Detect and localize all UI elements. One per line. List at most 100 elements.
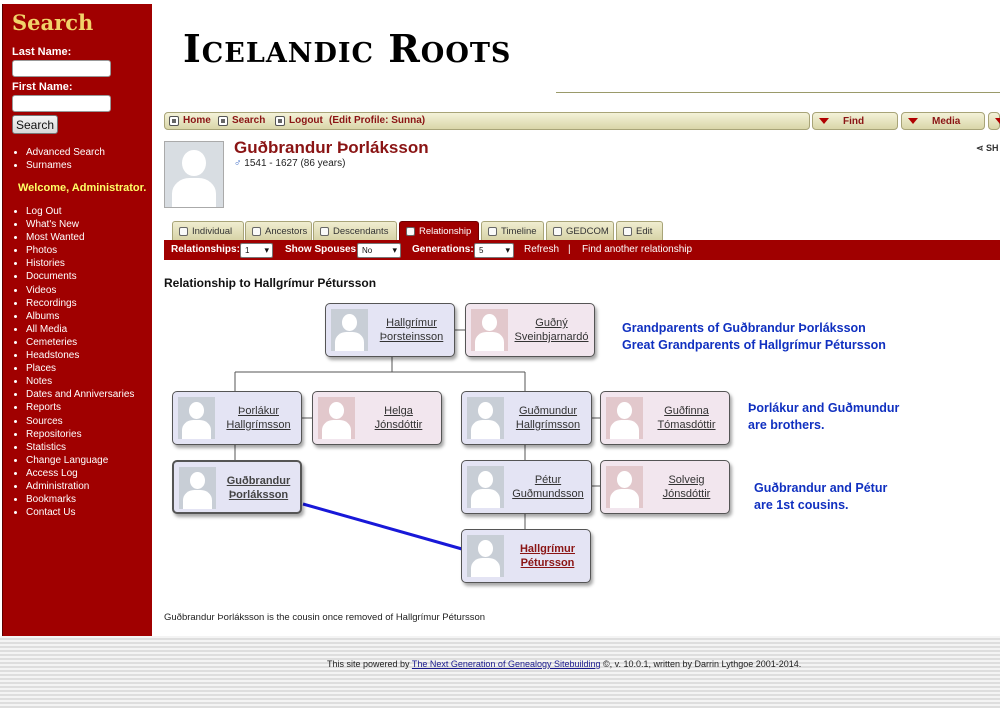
tab-individual[interactable]: Individual bbox=[172, 221, 244, 240]
person-box-b10[interactable]: Hallgrímur Pétursson bbox=[461, 529, 591, 583]
sidebar-link-item[interactable]: Statistics bbox=[26, 441, 134, 454]
sidebar-link[interactable]: Cemeteries bbox=[26, 337, 77, 348]
sidebar-link-item[interactable]: Photos bbox=[26, 244, 134, 257]
sidebar-link[interactable]: Albums bbox=[26, 311, 59, 322]
person-box-name[interactable]: Solveig Jónsdóttir bbox=[646, 473, 727, 501]
sidebar-link-item[interactable]: Headstones bbox=[26, 349, 134, 362]
sidebar-link-item[interactable]: Log Out bbox=[26, 205, 134, 218]
first-name-input[interactable] bbox=[12, 95, 111, 112]
sidebar-link[interactable]: Contact Us bbox=[26, 507, 75, 518]
sidebar-link-item[interactable]: Places bbox=[26, 362, 134, 375]
sidebar-link-item[interactable]: Documents bbox=[26, 270, 134, 283]
person-box-b9[interactable]: Solveig Jónsdóttir bbox=[600, 460, 730, 514]
find-another-relationship-link[interactable]: Find another relationship bbox=[582, 244, 692, 255]
tab-descendants[interactable]: Descendants bbox=[313, 221, 397, 240]
sidebar-link-item[interactable]: Videos bbox=[26, 284, 134, 297]
sidebar-link[interactable]: Histories bbox=[26, 258, 65, 269]
person-box-b7[interactable]: Guðbrandur Þorláksson bbox=[172, 460, 302, 514]
sidebar-link-item[interactable]: What's New bbox=[26, 218, 134, 231]
footer-tng-link[interactable]: The Next Generation of Genealogy Sitebui… bbox=[412, 659, 601, 669]
tab-ancestors[interactable]: Ancestors bbox=[245, 221, 312, 240]
note-grandparents: Grandparents of Guðbrandur Þorláksson Gre… bbox=[622, 321, 886, 352]
tab-timeline[interactable]: Timeline bbox=[481, 221, 544, 240]
sidebar-link-advanced-search[interactable]: Advanced Search bbox=[26, 146, 105, 159]
sidebar-link[interactable]: Most Wanted bbox=[26, 232, 85, 243]
person-box-name[interactable]: Pétur Guðmundsson bbox=[507, 473, 589, 501]
more-menu[interactable] bbox=[988, 112, 1000, 130]
sidebar-link[interactable]: Documents bbox=[26, 271, 77, 282]
sidebar-link-item[interactable]: Sources bbox=[26, 415, 134, 428]
tab-relationship[interactable]: Relationship bbox=[399, 221, 479, 240]
tab-edit[interactable]: Edit bbox=[616, 221, 663, 240]
sidebar-link[interactable]: What's New bbox=[26, 219, 79, 230]
nav-logout[interactable]: Logout bbox=[275, 115, 323, 126]
person-box-b2[interactable]: Guðný Sveinbjarnardó bbox=[465, 303, 595, 357]
sidebar-link-item[interactable]: Dates and Anniversaries bbox=[26, 388, 134, 401]
tab-gedcom[interactable]: GEDCOM bbox=[546, 221, 614, 240]
person-box-b1[interactable]: Hallgrímur Þorsteinsson bbox=[325, 303, 455, 357]
sidebar-link[interactable]: Notes bbox=[26, 376, 52, 387]
sidebar-link-item[interactable]: Repositories bbox=[26, 428, 134, 441]
person-box-name[interactable]: Guðbrandur Þorláksson bbox=[219, 474, 298, 502]
show-spouses-select[interactable]: No bbox=[357, 243, 401, 258]
sidebar-link-item[interactable]: Notes bbox=[26, 375, 134, 388]
person-box-name[interactable]: Hallgrímur Pétursson bbox=[507, 542, 588, 570]
nav-home[interactable]: Home bbox=[169, 115, 211, 126]
surnames-link[interactable]: Surnames bbox=[26, 160, 72, 171]
person-box-name[interactable]: Guðfinna Tómasdóttir bbox=[646, 404, 727, 432]
person-box-name[interactable]: Guðný Sveinbjarnardó bbox=[511, 316, 592, 344]
sidebar-link[interactable]: Reports bbox=[26, 402, 61, 413]
sidebar-link-item[interactable]: Albums bbox=[26, 310, 134, 323]
media-menu[interactable]: Media bbox=[901, 112, 985, 130]
sidebar-link-item[interactable]: Cemeteries bbox=[26, 336, 134, 349]
person-box-name[interactable]: Hallgrímur Þorsteinsson bbox=[371, 316, 452, 344]
nav-edit-profile[interactable]: (Edit Profile: Sunna) bbox=[329, 115, 425, 126]
person-box-b3[interactable]: Þorlákur Hallgrímsson bbox=[172, 391, 302, 445]
sidebar-link[interactable]: Videos bbox=[26, 285, 56, 296]
male-silhouette-icon bbox=[467, 397, 504, 439]
sidebar-link-item[interactable]: Administration bbox=[26, 480, 134, 493]
sidebar-link-item[interactable]: Histories bbox=[26, 257, 134, 270]
relationships-select[interactable]: 1 bbox=[240, 243, 273, 258]
sidebar-link[interactable]: Change Language bbox=[26, 455, 108, 466]
last-name-input[interactable] bbox=[12, 60, 111, 77]
sidebar-link[interactable]: Statistics bbox=[26, 442, 66, 453]
person-box-name[interactable]: Þorlákur Hallgrímsson bbox=[218, 404, 299, 432]
find-menu[interactable]: Find bbox=[812, 112, 898, 130]
share-button[interactable]: ⋖ SH bbox=[976, 143, 999, 154]
person-box-b5[interactable]: Guðmundur Hallgrímsson bbox=[461, 391, 592, 445]
sidebar-link-item[interactable]: Reports bbox=[26, 401, 134, 414]
sidebar-link-item[interactable]: Access Log bbox=[26, 467, 134, 480]
generations-select[interactable]: 5 bbox=[474, 243, 514, 258]
sidebar-link[interactable]: Dates and Anniversaries bbox=[26, 389, 134, 400]
sidebar-link-surnames[interactable]: Surnames bbox=[26, 159, 105, 172]
sidebar-search-button[interactable]: Search bbox=[12, 115, 58, 134]
sidebar-link[interactable]: Repositories bbox=[26, 429, 82, 440]
person-box-name[interactable]: Helga Jónsdóttir bbox=[358, 404, 439, 432]
sidebar-link[interactable]: Sources bbox=[26, 416, 63, 427]
sidebar-link[interactable]: Access Log bbox=[26, 468, 78, 479]
sidebar-link[interactable]: All Media bbox=[26, 324, 67, 335]
sidebar-link-item[interactable]: All Media bbox=[26, 323, 134, 336]
sidebar-link[interactable]: Log Out bbox=[26, 206, 62, 217]
person-box-name[interactable]: Guðmundur Hallgrímsson bbox=[507, 404, 589, 432]
advanced-search-link[interactable]: Advanced Search bbox=[26, 147, 105, 158]
sidebar-link[interactable]: Places bbox=[26, 363, 56, 374]
person-dates: ♂ 1541 - 1627 (86 years) bbox=[234, 158, 345, 169]
sidebar-link-item[interactable]: Contact Us bbox=[26, 506, 134, 519]
person-box-b4[interactable]: Helga Jónsdóttir bbox=[312, 391, 442, 445]
sidebar-link[interactable]: Administration bbox=[26, 481, 89, 492]
nav-search[interactable]: Search bbox=[218, 115, 265, 126]
sidebar-link[interactable]: Photos bbox=[26, 245, 57, 256]
refresh-link[interactable]: Refresh bbox=[524, 244, 559, 255]
sidebar-link[interactable]: Bookmarks bbox=[26, 494, 76, 505]
sidebar-link[interactable]: Headstones bbox=[26, 350, 79, 361]
sidebar-link-item[interactable]: Recordings bbox=[26, 297, 134, 310]
person-box-b6[interactable]: Guðfinna Tómasdóttir bbox=[600, 391, 730, 445]
sidebar-link[interactable]: Recordings bbox=[26, 298, 77, 309]
sidebar-link-item[interactable]: Most Wanted bbox=[26, 231, 134, 244]
person-box-b8[interactable]: Pétur Guðmundsson bbox=[461, 460, 592, 514]
home-icon bbox=[169, 115, 179, 126]
sidebar-link-item[interactable]: Change Language bbox=[26, 454, 134, 467]
sidebar-link-item[interactable]: Bookmarks bbox=[26, 493, 134, 506]
